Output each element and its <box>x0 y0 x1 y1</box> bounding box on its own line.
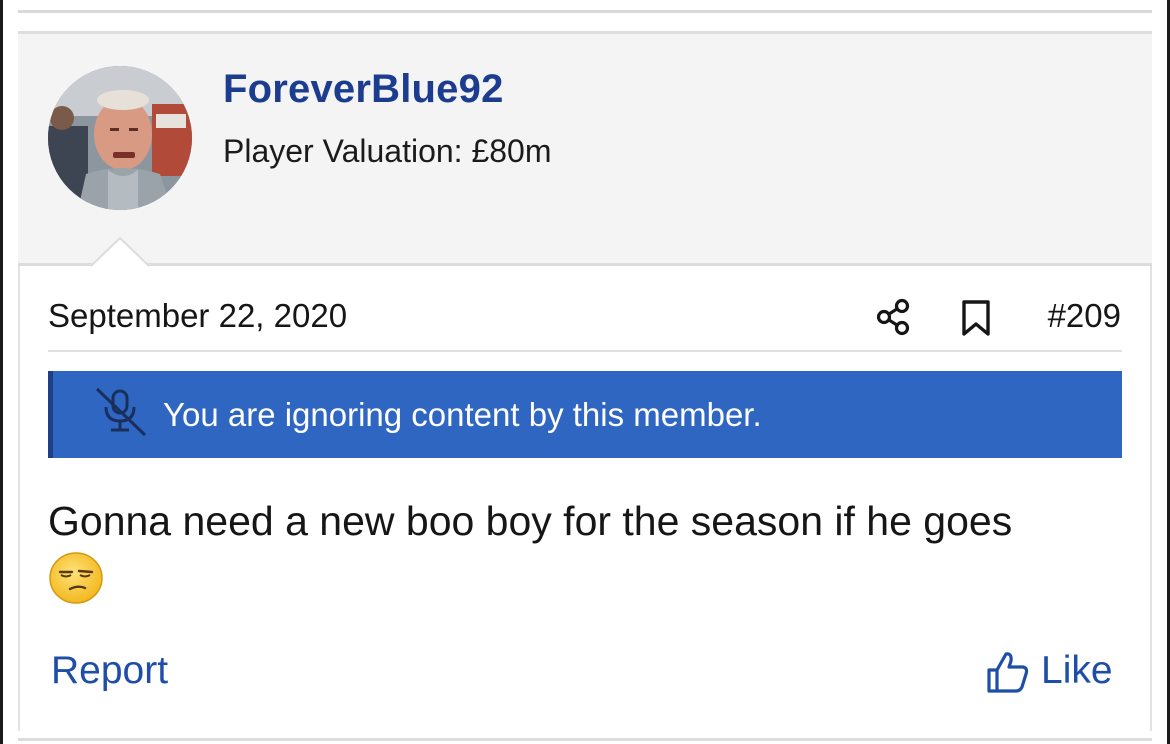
bottom-divider <box>18 738 1152 741</box>
username-link[interactable]: ForeverBlue92 <box>223 67 504 112</box>
post-number-link[interactable]: #209 <box>1048 297 1121 335</box>
meta-divider <box>48 350 1122 352</box>
muted-microphone-icon <box>95 387 147 437</box>
user-avatar[interactable] <box>48 66 192 210</box>
share-icon[interactable] <box>876 298 912 336</box>
ignored-notice-text[interactable]: You are ignoring content by this member. <box>163 396 762 434</box>
post-date[interactable]: September 22, 2020 <box>48 297 347 335</box>
thumbs-up-icon[interactable] <box>986 650 1030 694</box>
frame-left-border <box>0 0 3 744</box>
ignored-content-notice: You are ignoring content by this member. <box>48 371 1122 458</box>
unamused-face-emoji <box>49 552 103 604</box>
bookmark-icon[interactable] <box>960 299 992 337</box>
top-divider <box>18 10 1152 13</box>
post-message: Gonna need a new boo boy for the season … <box>48 498 1013 544</box>
user-title: Player Valuation: £80m <box>223 133 552 169</box>
header-pointer-arrow <box>91 237 149 267</box>
report-link[interactable]: Report <box>51 649 168 693</box>
like-button-label[interactable]: Like <box>1041 649 1113 693</box>
